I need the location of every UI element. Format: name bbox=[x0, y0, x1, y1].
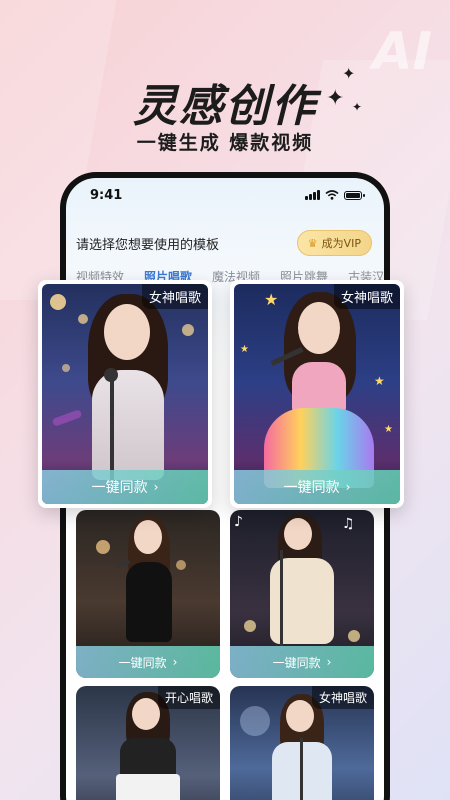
use-template-button[interactable]: 一键同款 › bbox=[42, 470, 208, 504]
use-template-label: 一键同款 bbox=[272, 655, 321, 670]
template-card[interactable]: 女神唱歌 bbox=[230, 686, 374, 800]
status-time: 9:41 bbox=[90, 188, 123, 203]
template-prompt: 请选择您想要使用的模板 bbox=[76, 238, 220, 253]
template-tag: 开心唱歌 bbox=[157, 686, 220, 709]
signal-icon bbox=[305, 190, 320, 200]
sparkle-icon: ✦ bbox=[342, 64, 356, 83]
template-tag: 女神唱歌 bbox=[141, 284, 208, 309]
template-card[interactable]: ♪ ♫ 一键同款 › bbox=[230, 510, 374, 678]
vip-label: 成为VIP bbox=[321, 237, 361, 250]
promo-headline: 灵感创作 bbox=[133, 81, 317, 132]
use-template-label: 一键同款 bbox=[118, 655, 167, 670]
wifi-icon bbox=[325, 190, 339, 200]
template-tag: 女神唱歌 bbox=[311, 686, 374, 709]
sparkle-icon: ✦ bbox=[326, 86, 345, 111]
use-template-label: 一键同款 bbox=[283, 480, 340, 496]
chevron-right-icon: › bbox=[345, 480, 351, 494]
use-template-button[interactable]: 一键同款 › bbox=[230, 646, 374, 678]
template-card[interactable]: 一键同款 › bbox=[76, 510, 220, 678]
status-bar: 9:41 bbox=[66, 178, 384, 212]
use-template-button[interactable]: 一键同款 › bbox=[76, 646, 220, 678]
battery-icon bbox=[344, 190, 365, 200]
chevron-right-icon: › bbox=[172, 655, 178, 669]
chevron-right-icon: › bbox=[153, 480, 159, 494]
template-card[interactable]: 开心唱歌 bbox=[76, 686, 220, 800]
use-template-button[interactable]: 一键同款 › bbox=[234, 470, 400, 504]
featured-template-card[interactable]: 女神唱歌 一键同款 › bbox=[38, 280, 212, 508]
promo-subline: 一键生成 爆款视频 bbox=[136, 132, 314, 154]
chevron-right-icon: › bbox=[326, 655, 332, 669]
status-icons bbox=[305, 190, 365, 200]
become-vip-button[interactable]: ♛ 成为VIP bbox=[296, 230, 372, 256]
template-tag: 女神唱歌 bbox=[333, 284, 400, 309]
sparkle-icon: ✦ bbox=[352, 100, 363, 114]
crown-icon: ♛ bbox=[307, 236, 318, 250]
featured-template-card[interactable]: ★ ★ ★ ★ 女神唱歌 一键同款 › bbox=[230, 280, 404, 508]
use-template-label: 一键同款 bbox=[91, 480, 148, 496]
